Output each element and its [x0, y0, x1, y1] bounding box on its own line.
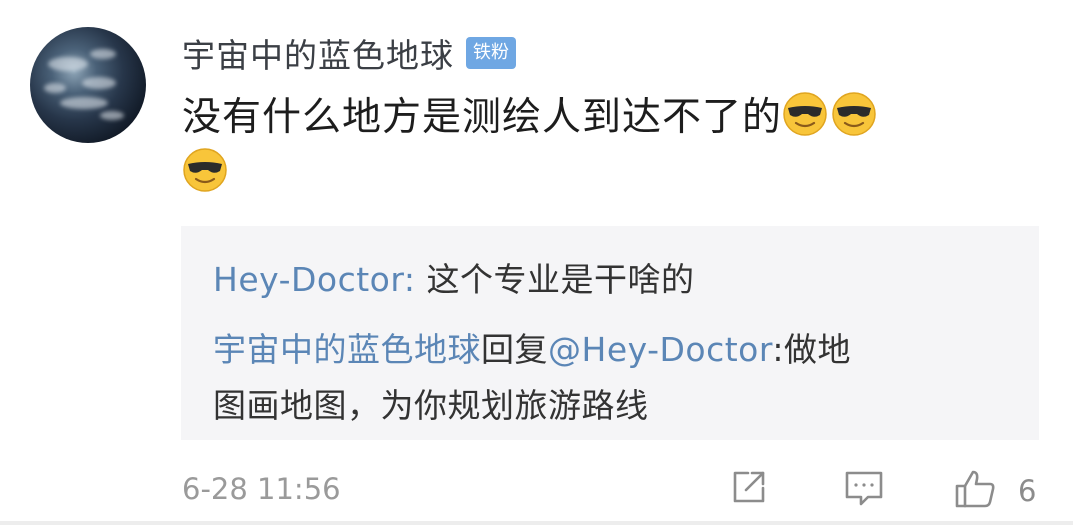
avatar[interactable] [30, 27, 146, 143]
comment-text: 没有什么地方是测绘人到达不了的 [182, 90, 1022, 202]
reply-thread[interactable]: Hey-Doctor: 这个专业是干啥的 宇宙中的蓝色地球回复@Hey-Doct… [181, 226, 1039, 440]
sunglasses-emoji-icon [182, 147, 228, 193]
user-line: 宇宙中的蓝色地球 铁粉 [182, 28, 516, 78]
share-icon[interactable] [728, 466, 770, 512]
reply-text: :做地 [772, 330, 851, 369]
divider [0, 521, 1073, 525]
reply-mention[interactable]: @Hey-Doctor [548, 330, 772, 369]
reply-text-continued: 图画地图，为你规划旅游路线 [213, 386, 649, 425]
reply-item[interactable]: Hey-Doctor: 这个专业是干啥的 [213, 250, 694, 310]
reply-item[interactable]: 宇宙中的蓝色地球回复@Hey-Doctor:做地 [213, 320, 851, 380]
reply-author[interactable]: Hey-Doctor: [213, 260, 415, 299]
reply-text: 这个专业是干啥的 [415, 260, 695, 299]
like-count: 6 [1018, 474, 1037, 508]
username[interactable]: 宇宙中的蓝色地球 [182, 29, 454, 77]
sunglasses-emoji-icon [782, 91, 828, 137]
comment-body: 没有什么地方是测绘人到达不了的 [182, 95, 783, 140]
reply-author[interactable]: 宇宙中的蓝色地球 [213, 330, 481, 369]
reply-verb: 回复 [481, 330, 548, 369]
reply-icon[interactable] [842, 466, 886, 514]
like-icon[interactable] [952, 466, 998, 516]
fan-badge: 铁粉 [466, 37, 516, 69]
timestamp: 6-28 11:56 [182, 472, 341, 506]
sunglasses-emoji-icon [831, 91, 877, 137]
